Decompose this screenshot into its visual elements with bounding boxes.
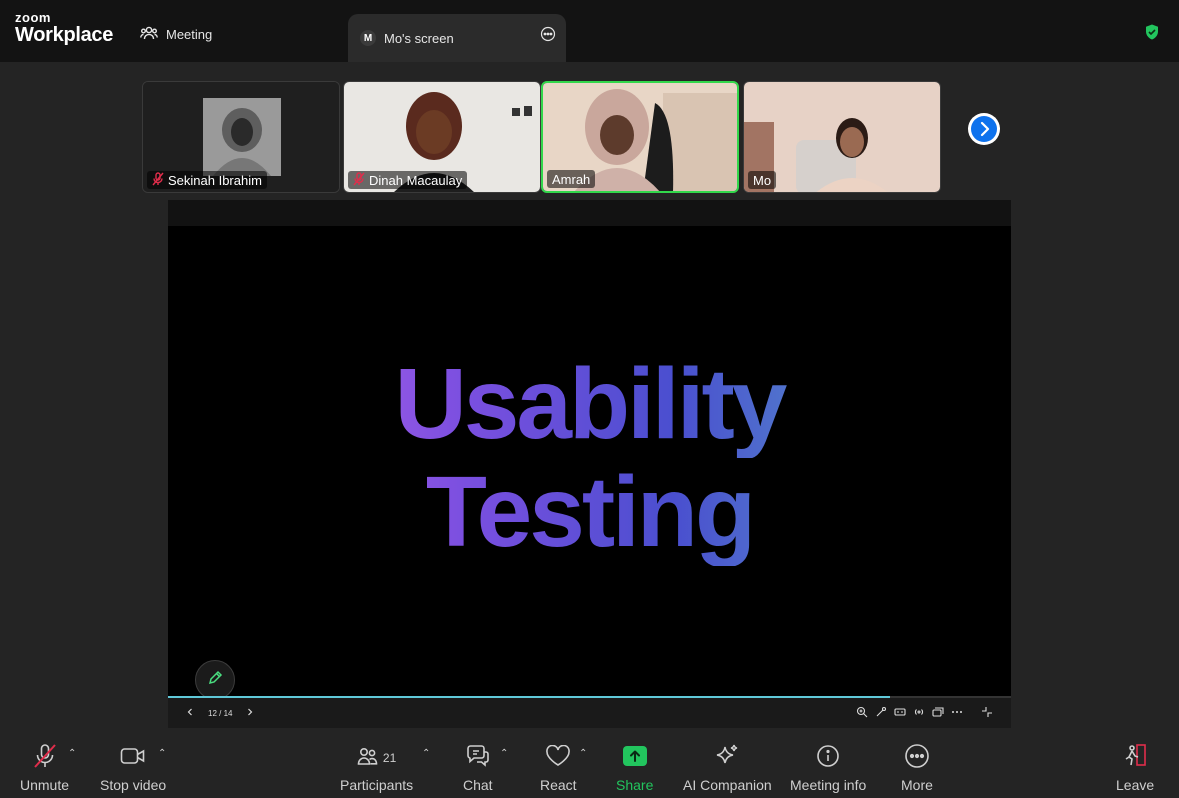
annotate-pencil-button[interactable] bbox=[195, 660, 235, 700]
muted-mic-icon bbox=[152, 171, 164, 189]
heart-icon bbox=[545, 744, 571, 772]
slide-title-line2: Testing bbox=[168, 458, 1011, 566]
top-bar: zoom Workplace Meeting M Mo's screen bbox=[0, 0, 1179, 62]
chat-label: Chat bbox=[463, 777, 493, 793]
muted-microphone-icon bbox=[32, 743, 58, 774]
zoom-in-icon[interactable] bbox=[856, 706, 868, 720]
share-screen-icon bbox=[622, 745, 648, 772]
audio-options-caret-icon[interactable]: ⌃ bbox=[68, 748, 76, 759]
pencil-icon bbox=[207, 670, 223, 691]
prev-slide-icon[interactable] bbox=[186, 707, 194, 719]
tab-screen-label: Mo's screen bbox=[384, 30, 454, 46]
stop-video-label: Stop video bbox=[100, 777, 167, 793]
zoom-window: zoom Workplace Meeting M Mo's screen Sek… bbox=[0, 0, 1179, 798]
next-participants-button[interactable] bbox=[968, 113, 1000, 145]
chat-icon bbox=[465, 744, 491, 773]
participants-icon bbox=[357, 746, 379, 771]
participant-tile-active[interactable]: Amrah bbox=[541, 81, 739, 193]
participant-tile[interactable]: Dinah Macaulay bbox=[343, 81, 541, 193]
ai-companion-button[interactable]: AI Companion bbox=[683, 744, 772, 793]
ai-sparkle-icon bbox=[714, 743, 740, 774]
slide-content: Usability Testing bbox=[168, 350, 1011, 566]
meeting-people-icon bbox=[140, 25, 158, 44]
video-camera-icon bbox=[120, 746, 146, 771]
more-button[interactable]: More bbox=[901, 743, 933, 793]
brand-small: zoom bbox=[15, 10, 51, 25]
presenter-avatar: M bbox=[360, 30, 376, 46]
tab-meeting[interactable]: Meeting bbox=[140, 22, 212, 46]
exit-fullscreen-icon[interactable] bbox=[981, 706, 993, 720]
meeting-info-label: Meeting info bbox=[790, 777, 867, 793]
unmute-label: Unmute bbox=[20, 777, 70, 793]
encryption-shield-icon[interactable] bbox=[1145, 24, 1159, 45]
react-label: React bbox=[540, 777, 577, 793]
share-button[interactable]: Share bbox=[616, 744, 653, 793]
participant-name: Mo bbox=[753, 172, 772, 188]
more-dots-icon bbox=[904, 743, 930, 774]
laser-pointer-icon[interactable] bbox=[875, 706, 887, 720]
participants-label: Participants bbox=[340, 777, 414, 793]
unmute-button[interactable]: Unmute bbox=[20, 743, 70, 793]
participant-name-tag: Mo bbox=[748, 171, 777, 189]
leave-button[interactable]: Leave bbox=[1116, 743, 1155, 793]
meeting-toolbar: Unmute ⌃ Stop video ⌃ 21 Participants ⌃ … bbox=[0, 738, 1179, 798]
ai-companion-label: AI Companion bbox=[683, 777, 772, 793]
participants-button[interactable]: 21 Participants bbox=[340, 744, 413, 793]
react-options-caret-icon[interactable]: ⌃ bbox=[579, 748, 587, 759]
captions-icon[interactable] bbox=[894, 706, 906, 720]
participants-count: 21 bbox=[382, 751, 397, 765]
participant-name-tag: Dinah Macaulay bbox=[348, 171, 468, 189]
brand-logo: zoom Workplace bbox=[15, 11, 113, 45]
muted-mic-icon bbox=[353, 171, 365, 189]
slide-tools bbox=[856, 706, 963, 720]
slide-controls: 12 / 14 bbox=[168, 698, 1011, 728]
video-options-caret-icon[interactable]: ⌃ bbox=[158, 748, 166, 759]
meeting-info-button[interactable]: Meeting info bbox=[790, 744, 866, 793]
participant-name: Dinah Macaulay bbox=[369, 172, 463, 188]
participant-name-tag: Sekinah Ibrahim bbox=[147, 171, 267, 189]
chat-button[interactable]: Chat bbox=[463, 744, 493, 793]
participant-tile[interactable]: Mo bbox=[743, 81, 941, 193]
next-slide-icon[interactable] bbox=[246, 707, 254, 719]
slides-view-icon[interactable] bbox=[932, 706, 944, 720]
stop-video-button[interactable]: Stop video bbox=[100, 744, 166, 793]
audio-broadcast-icon[interactable] bbox=[913, 706, 925, 720]
more-slide-options-icon[interactable] bbox=[951, 706, 963, 720]
chat-options-caret-icon[interactable]: ⌃ bbox=[500, 748, 508, 759]
leave-label: Leave bbox=[1116, 777, 1155, 793]
participant-name: Sekinah Ibrahim bbox=[168, 172, 262, 188]
react-button[interactable]: React bbox=[540, 744, 577, 793]
info-icon bbox=[816, 744, 840, 773]
more-label: More bbox=[901, 777, 933, 793]
slide-title-line1: Usability bbox=[168, 350, 1011, 458]
brand-large: Workplace bbox=[15, 24, 114, 46]
more-options-icon[interactable] bbox=[540, 26, 556, 45]
participant-tile[interactable]: Sekinah Ibrahim bbox=[142, 81, 340, 193]
participants-options-caret-icon[interactable]: ⌃ bbox=[422, 748, 430, 759]
tab-meeting-label: Meeting bbox=[166, 26, 213, 42]
share-label: Share bbox=[616, 777, 654, 793]
slide-page-indicator: 12 / 14 bbox=[208, 708, 233, 718]
participant-name-tag: Amrah bbox=[547, 170, 596, 188]
leave-door-icon bbox=[1122, 743, 1148, 774]
shared-screen-top-strip bbox=[168, 200, 1011, 226]
shared-screen: Usability Testing 12 / 14 bbox=[168, 200, 1011, 728]
participant-name: Amrah bbox=[552, 171, 591, 187]
tab-shared-screen[interactable]: M Mo's screen bbox=[348, 14, 566, 62]
